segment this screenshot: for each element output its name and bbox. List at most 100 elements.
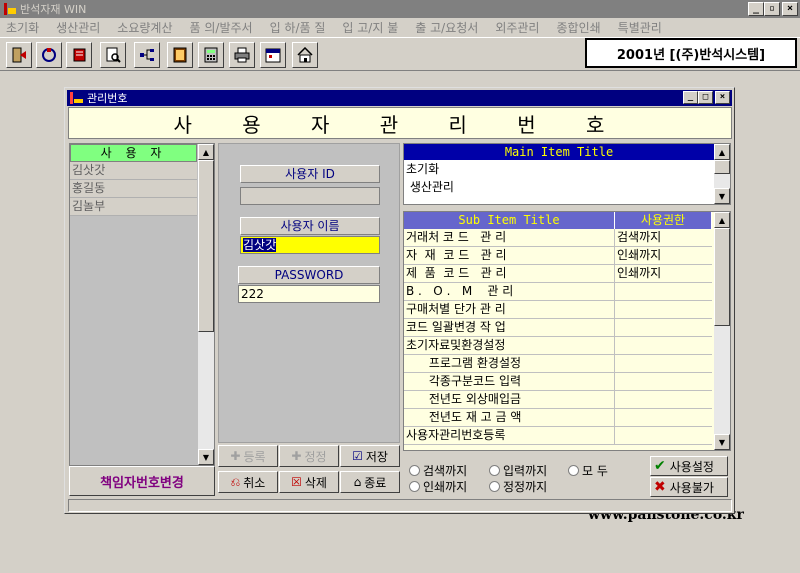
cancel-icon: ⎌	[230, 474, 241, 489]
radio-search-only[interactable]: 검색까지	[409, 462, 467, 479]
allow-permission-button[interactable]: ✔ 사용설정	[650, 456, 728, 476]
network-icon[interactable]	[134, 42, 160, 68]
scroll-up-icon[interactable]: ▲	[198, 144, 214, 160]
menu-requirements[interactable]: 소요량계산	[117, 19, 172, 36]
radio-print-only[interactable]: 인쇄까지	[409, 478, 467, 495]
user-row[interactable]: 김삿갓	[70, 162, 197, 180]
table-row[interactable]: B . O . M 관 리	[404, 283, 712, 301]
user-name-label: 사용자 이름	[240, 217, 380, 235]
table-row[interactable]: 거래처 코 드 관 리 검색까지	[404, 229, 712, 247]
main-list-scrollbar[interactable]: ▲ ▼	[714, 144, 730, 204]
password-label: PASSWORD	[238, 266, 380, 284]
table-row[interactable]: 자 재 코 드 관 리 인쇄까지	[404, 247, 712, 265]
deny-permission-button[interactable]: ✖ 사용불가	[650, 477, 728, 497]
ledger-icon[interactable]	[167, 42, 193, 68]
user-id-input[interactable]	[240, 187, 380, 205]
app-logo-icon	[3, 2, 17, 16]
user-list-scrollbar[interactable]: ▲ ▼	[198, 144, 214, 465]
scroll-thumb[interactable]	[714, 228, 730, 326]
user-detail-panel: 사용자 ID 사용자 이름 김삿갓 PASSWORD 222	[218, 143, 400, 443]
main-item-row[interactable]: 초기화	[404, 160, 730, 178]
refresh-icon[interactable]	[36, 42, 62, 68]
dialog-status-bar	[68, 499, 732, 512]
menu-receiving[interactable]: 입 하/품 질	[270, 19, 326, 36]
delete-button[interactable]: ☒ 삭제	[279, 471, 339, 493]
table-row[interactable]: 제 품 코 드 관 리 인쇄까지	[404, 265, 712, 283]
dialog-close-button[interactable]: ×	[715, 91, 730, 104]
sub-item-table: Sub Item Title 사용권한 거래처 코 드 관 리 검색까지 자 재 …	[403, 211, 731, 451]
checkmark-icon: ✔	[654, 458, 666, 474]
edit-icon: ✚	[291, 449, 302, 463]
table-row[interactable]: 전년도 재 고 금 액	[404, 409, 712, 427]
calendar-icon[interactable]	[260, 42, 286, 68]
menu-purchase[interactable]: 품 의/발주서	[190, 19, 253, 36]
permission-radio-group: 검색까지 입력까지 모 두 인쇄까지 정정까지	[403, 456, 647, 496]
minimize-button[interactable]: _	[748, 2, 764, 16]
sub-table-scrollbar[interactable]: ▲ ▼	[714, 212, 730, 450]
user-id-label: 사용자 ID	[240, 165, 380, 183]
notebook-icon[interactable]	[66, 42, 92, 68]
calculator-icon[interactable]	[198, 42, 224, 68]
home-icon[interactable]	[292, 42, 318, 68]
scroll-up-icon[interactable]: ▲	[714, 144, 730, 160]
table-row[interactable]: 구매처별 단가 관 리	[404, 301, 712, 319]
scroll-down-icon[interactable]: ▼	[714, 188, 730, 204]
printer-icon[interactable]	[229, 42, 255, 68]
radio-input-only[interactable]: 입력까지	[489, 462, 547, 479]
search-document-icon[interactable]	[100, 42, 126, 68]
menu-shipping[interactable]: 출 고/요청서	[415, 19, 478, 36]
app-titlebar: 반석자재 WIN _ ▫ ×	[0, 0, 800, 18]
user-list-header: 사 용 자	[70, 144, 197, 162]
dialog-maximize-button[interactable]: □	[698, 91, 713, 104]
page-title: 사 용 자 관 리 번 호	[68, 107, 732, 139]
main-item-row[interactable]: 생산관리	[404, 178, 730, 196]
x-icon: ✖	[654, 479, 666, 495]
edit-button[interactable]: ✚ 정정	[279, 445, 339, 467]
restore-button[interactable]: ▫	[764, 2, 780, 16]
menu-special[interactable]: 특별관리	[618, 19, 662, 36]
home-icon: ⌂	[353, 475, 362, 489]
menu-production[interactable]: 생산관리	[56, 19, 100, 36]
radio-all[interactable]: 모 두	[568, 462, 608, 479]
scroll-thumb[interactable]	[714, 160, 730, 174]
main-item-header: Main Item Title	[404, 144, 714, 160]
table-row[interactable]: 각종구분코드 입력	[404, 373, 712, 391]
password-input[interactable]: 222	[238, 285, 380, 303]
user-management-dialog: 관리번호 _ □ × 사 용 자 관 리 번 호 사 용 자 김삿갓 홍길동 김…	[64, 87, 735, 514]
save-icon: ☑	[352, 449, 363, 463]
exit-icon[interactable]	[6, 42, 32, 68]
user-row[interactable]: 홍길동	[70, 180, 197, 198]
company-label: 2001년 [(주)반석시스템]	[585, 38, 797, 68]
scroll-thumb[interactable]	[198, 160, 214, 332]
register-button[interactable]: ✚ 등록	[218, 445, 278, 467]
scroll-down-icon[interactable]: ▼	[198, 449, 214, 465]
register-icon: ✚	[230, 449, 241, 463]
user-row[interactable]: 김놀부	[70, 198, 197, 216]
radio-edit-only[interactable]: 정정까지	[489, 478, 547, 495]
permission-header: 사용권한	[615, 212, 712, 229]
table-row[interactable]: 프로그램 환경설정	[404, 355, 712, 373]
close-button[interactable]: ×	[782, 2, 798, 16]
menu-printing[interactable]: 종합인쇄	[556, 19, 600, 36]
user-name-value: 김삿갓	[243, 238, 277, 252]
menu-init[interactable]: 초기화	[6, 19, 39, 36]
menu-outsourcing[interactable]: 외주관리	[495, 19, 539, 36]
change-admin-number-button[interactable]: 책임자번호변경	[69, 466, 215, 496]
dialog-titlebar: 관리번호 _ □ ×	[67, 90, 732, 106]
scroll-down-icon[interactable]: ▼	[714, 434, 730, 450]
menu-stock-in[interactable]: 입 고/지 불	[342, 19, 398, 36]
save-button[interactable]: ☑ 저장	[340, 445, 400, 467]
close-app-button[interactable]: ⌂ 종료	[340, 471, 400, 493]
user-name-input[interactable]: 김삿갓	[240, 236, 380, 254]
cancel-button[interactable]: ⎌ 취소	[218, 471, 278, 493]
table-row[interactable]: 초기자료및환경설정	[404, 337, 712, 355]
delete-icon: ☒	[291, 475, 302, 489]
sub-item-header: Sub Item Title	[404, 212, 615, 229]
table-row[interactable]: 전년도 외상매입금	[404, 391, 712, 409]
table-row[interactable]: 사용자관리번호등록	[404, 427, 712, 445]
dialog-logo-icon	[70, 92, 84, 104]
scroll-up-icon[interactable]: ▲	[714, 212, 730, 228]
table-row[interactable]: 코드 일괄변경 작 업	[404, 319, 712, 337]
dialog-minimize-button[interactable]: _	[683, 91, 698, 104]
dialog-title: 관리번호	[87, 92, 128, 105]
